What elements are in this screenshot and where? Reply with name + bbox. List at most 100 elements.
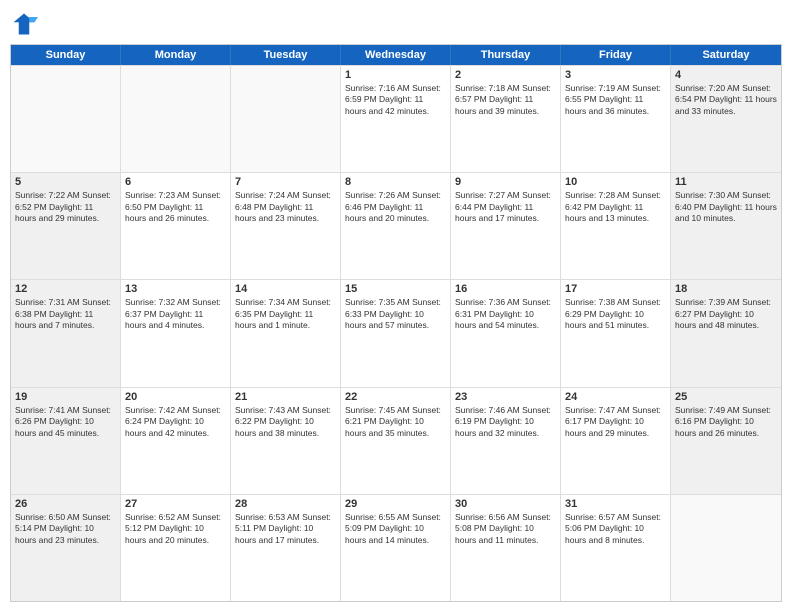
day-number: 15 [345, 283, 446, 295]
day-number: 31 [565, 498, 666, 510]
calendar-cell [11, 66, 121, 172]
day-number: 6 [125, 176, 226, 188]
calendar-cell: 18 Sunrise: 7:39 AM Sunset: 6:27 PM Dayli… [671, 280, 781, 386]
day-info: Sunrise: 7:26 AM Sunset: 6:46 PM Dayligh… [345, 190, 446, 224]
day-number: 27 [125, 498, 226, 510]
calendar-cell [121, 66, 231, 172]
day-info: Sunrise: 7:23 AM Sunset: 6:50 PM Dayligh… [125, 190, 226, 224]
day-number: 12 [15, 283, 116, 295]
calendar: SundayMondayTuesdayWednesdayThursdayFrid… [10, 44, 782, 602]
calendar-cell: 4Sunrise: 7:20 AM Sunset: 6:54 PM Daylig… [671, 66, 781, 172]
day-number: 11 [675, 176, 777, 188]
day-number: 29 [345, 498, 446, 510]
calendar-cell [671, 495, 781, 601]
weekday-header: Sunday [11, 45, 121, 65]
day-info: Sunrise: 7:38 AM Sunset: 6:29 PM Dayligh… [565, 297, 666, 331]
calendar-cell: 25 Sunrise: 7:49 AM Sunset: 6:16 PM Dayli… [671, 388, 781, 494]
day-number: 25 [675, 391, 777, 403]
day-number: 13 [125, 283, 226, 295]
day-number: 2 [455, 69, 556, 81]
day-info: Sunrise: 7:46 AM Sunset: 6:19 PM Dayligh… [455, 405, 556, 439]
weekday-header: Thursday [451, 45, 561, 65]
calendar-cell: 21Sunrise: 7:43 AM Sunset: 6:22 PM Dayli… [231, 388, 341, 494]
day-number: 22 [345, 391, 446, 403]
day-info: Sunrise: 7:49 AM Sunset: 6:16 PM Dayligh… [675, 405, 777, 439]
calendar-cell: 6 Sunrise: 7:23 AM Sunset: 6:50 PM Daylig… [121, 173, 231, 279]
day-info: Sunrise: 7:42 AM Sunset: 6:24 PM Dayligh… [125, 405, 226, 439]
calendar-cell: 5Sunrise: 7:22 AM Sunset: 6:52 PM Daylig… [11, 173, 121, 279]
calendar-cell: 27Sunrise: 6:52 AM Sunset: 5:12 PM Dayli… [121, 495, 231, 601]
day-number: 5 [15, 176, 116, 188]
day-info: Sunrise: 7:30 AM Sunset: 6:40 PM Dayligh… [675, 190, 777, 224]
calendar-cell: 16 Sunrise: 7:36 AM Sunset: 6:31 PM Dayli… [451, 280, 561, 386]
calendar-cell: 22 Sunrise: 7:45 AM Sunset: 6:21 PM Dayli… [341, 388, 451, 494]
logo-icon [10, 10, 38, 38]
day-number: 24 [565, 391, 666, 403]
day-info: Sunrise: 7:24 AM Sunset: 6:48 PM Dayligh… [235, 190, 336, 224]
day-info: Sunrise: 6:57 AM Sunset: 5:06 PM Dayligh… [565, 512, 666, 546]
calendar-cell: 10 Sunrise: 7:28 AM Sunset: 6:42 PM Dayli… [561, 173, 671, 279]
day-number: 26 [15, 498, 116, 510]
weekday-header: Saturday [671, 45, 781, 65]
day-info: Sunrise: 7:19 AM Sunset: 6:55 PM Dayligh… [565, 83, 666, 117]
day-number: 23 [455, 391, 556, 403]
day-info: Sunrise: 7:41 AM Sunset: 6:26 PM Dayligh… [15, 405, 116, 439]
calendar-row: 1 Sunrise: 7:16 AM Sunset: 6:59 PM Daylig… [11, 65, 781, 172]
day-info: Sunrise: 6:55 AM Sunset: 5:09 PM Dayligh… [345, 512, 446, 546]
calendar-cell: 19 Sunrise: 7:41 AM Sunset: 6:26 PM Dayli… [11, 388, 121, 494]
calendar-cell: 24 Sunrise: 7:47 AM Sunset: 6:17 PM Dayli… [561, 388, 671, 494]
day-info: Sunrise: 7:32 AM Sunset: 6:37 PM Dayligh… [125, 297, 226, 331]
calendar-row: 26 Sunrise: 6:50 AM Sunset: 5:14 PM Dayli… [11, 494, 781, 601]
calendar-cell: 3 Sunrise: 7:19 AM Sunset: 6:55 PM Daylig… [561, 66, 671, 172]
calendar-row: 19 Sunrise: 7:41 AM Sunset: 6:26 PM Dayli… [11, 387, 781, 494]
day-number: 17 [565, 283, 666, 295]
weekday-header: Monday [121, 45, 231, 65]
day-info: Sunrise: 7:47 AM Sunset: 6:17 PM Dayligh… [565, 405, 666, 439]
day-info: Sunrise: 7:43 AM Sunset: 6:22 PM Dayligh… [235, 405, 336, 439]
day-number: 30 [455, 498, 556, 510]
day-info: Sunrise: 7:34 AM Sunset: 6:35 PM Dayligh… [235, 297, 336, 331]
day-info: Sunrise: 7:27 AM Sunset: 6:44 PM Dayligh… [455, 190, 556, 224]
calendar-body: 1 Sunrise: 7:16 AM Sunset: 6:59 PM Daylig… [11, 65, 781, 601]
day-number: 18 [675, 283, 777, 295]
calendar-cell: 20 Sunrise: 7:42 AM Sunset: 6:24 PM Dayli… [121, 388, 231, 494]
day-number: 9 [455, 176, 556, 188]
calendar-cell [231, 66, 341, 172]
day-number: 28 [235, 498, 336, 510]
logo [10, 10, 42, 38]
calendar-cell: 26 Sunrise: 6:50 AM Sunset: 5:14 PM Dayli… [11, 495, 121, 601]
day-info: Sunrise: 7:36 AM Sunset: 6:31 PM Dayligh… [455, 297, 556, 331]
day-number: 8 [345, 176, 446, 188]
day-number: 14 [235, 283, 336, 295]
calendar-cell: 8 Sunrise: 7:26 AM Sunset: 6:46 PM Daylig… [341, 173, 451, 279]
day-number: 7 [235, 176, 336, 188]
calendar-cell: 30Sunrise: 6:56 AM Sunset: 5:08 PM Dayli… [451, 495, 561, 601]
day-info: Sunrise: 6:50 AM Sunset: 5:14 PM Dayligh… [15, 512, 116, 546]
day-info: Sunrise: 7:45 AM Sunset: 6:21 PM Dayligh… [345, 405, 446, 439]
calendar-cell: 2 Sunrise: 7:18 AM Sunset: 6:57 PM Daylig… [451, 66, 561, 172]
calendar-cell: 12Sunrise: 7:31 AM Sunset: 6:38 PM Dayli… [11, 280, 121, 386]
day-info: Sunrise: 7:28 AM Sunset: 6:42 PM Dayligh… [565, 190, 666, 224]
calendar-cell: 7 Sunrise: 7:24 AM Sunset: 6:48 PM Daylig… [231, 173, 341, 279]
calendar-cell: 11 Sunrise: 7:30 AM Sunset: 6:40 PM Dayli… [671, 173, 781, 279]
day-number: 1 [345, 69, 446, 81]
day-info: Sunrise: 7:39 AM Sunset: 6:27 PM Dayligh… [675, 297, 777, 331]
day-number: 19 [15, 391, 116, 403]
day-info: Sunrise: 7:20 AM Sunset: 6:54 PM Dayligh… [675, 83, 777, 117]
calendar-cell: 13 Sunrise: 7:32 AM Sunset: 6:37 PM Dayli… [121, 280, 231, 386]
day-number: 16 [455, 283, 556, 295]
day-info: Sunrise: 7:18 AM Sunset: 6:57 PM Dayligh… [455, 83, 556, 117]
calendar-cell: 1 Sunrise: 7:16 AM Sunset: 6:59 PM Daylig… [341, 66, 451, 172]
calendar-cell: 17 Sunrise: 7:38 AM Sunset: 6:29 PM Dayli… [561, 280, 671, 386]
calendar-row: 12Sunrise: 7:31 AM Sunset: 6:38 PM Dayli… [11, 279, 781, 386]
day-number: 10 [565, 176, 666, 188]
day-number: 3 [565, 69, 666, 81]
calendar-cell: 31 Sunrise: 6:57 AM Sunset: 5:06 PM Dayli… [561, 495, 671, 601]
weekday-header: Tuesday [231, 45, 341, 65]
calendar-cell: 14 Sunrise: 7:34 AM Sunset: 6:35 PM Dayli… [231, 280, 341, 386]
day-number: 20 [125, 391, 226, 403]
weekday-header: Wednesday [341, 45, 451, 65]
day-info: Sunrise: 7:16 AM Sunset: 6:59 PM Dayligh… [345, 83, 446, 117]
day-info: Sunrise: 7:35 AM Sunset: 6:33 PM Dayligh… [345, 297, 446, 331]
page: SundayMondayTuesdayWednesdayThursdayFrid… [0, 0, 792, 612]
